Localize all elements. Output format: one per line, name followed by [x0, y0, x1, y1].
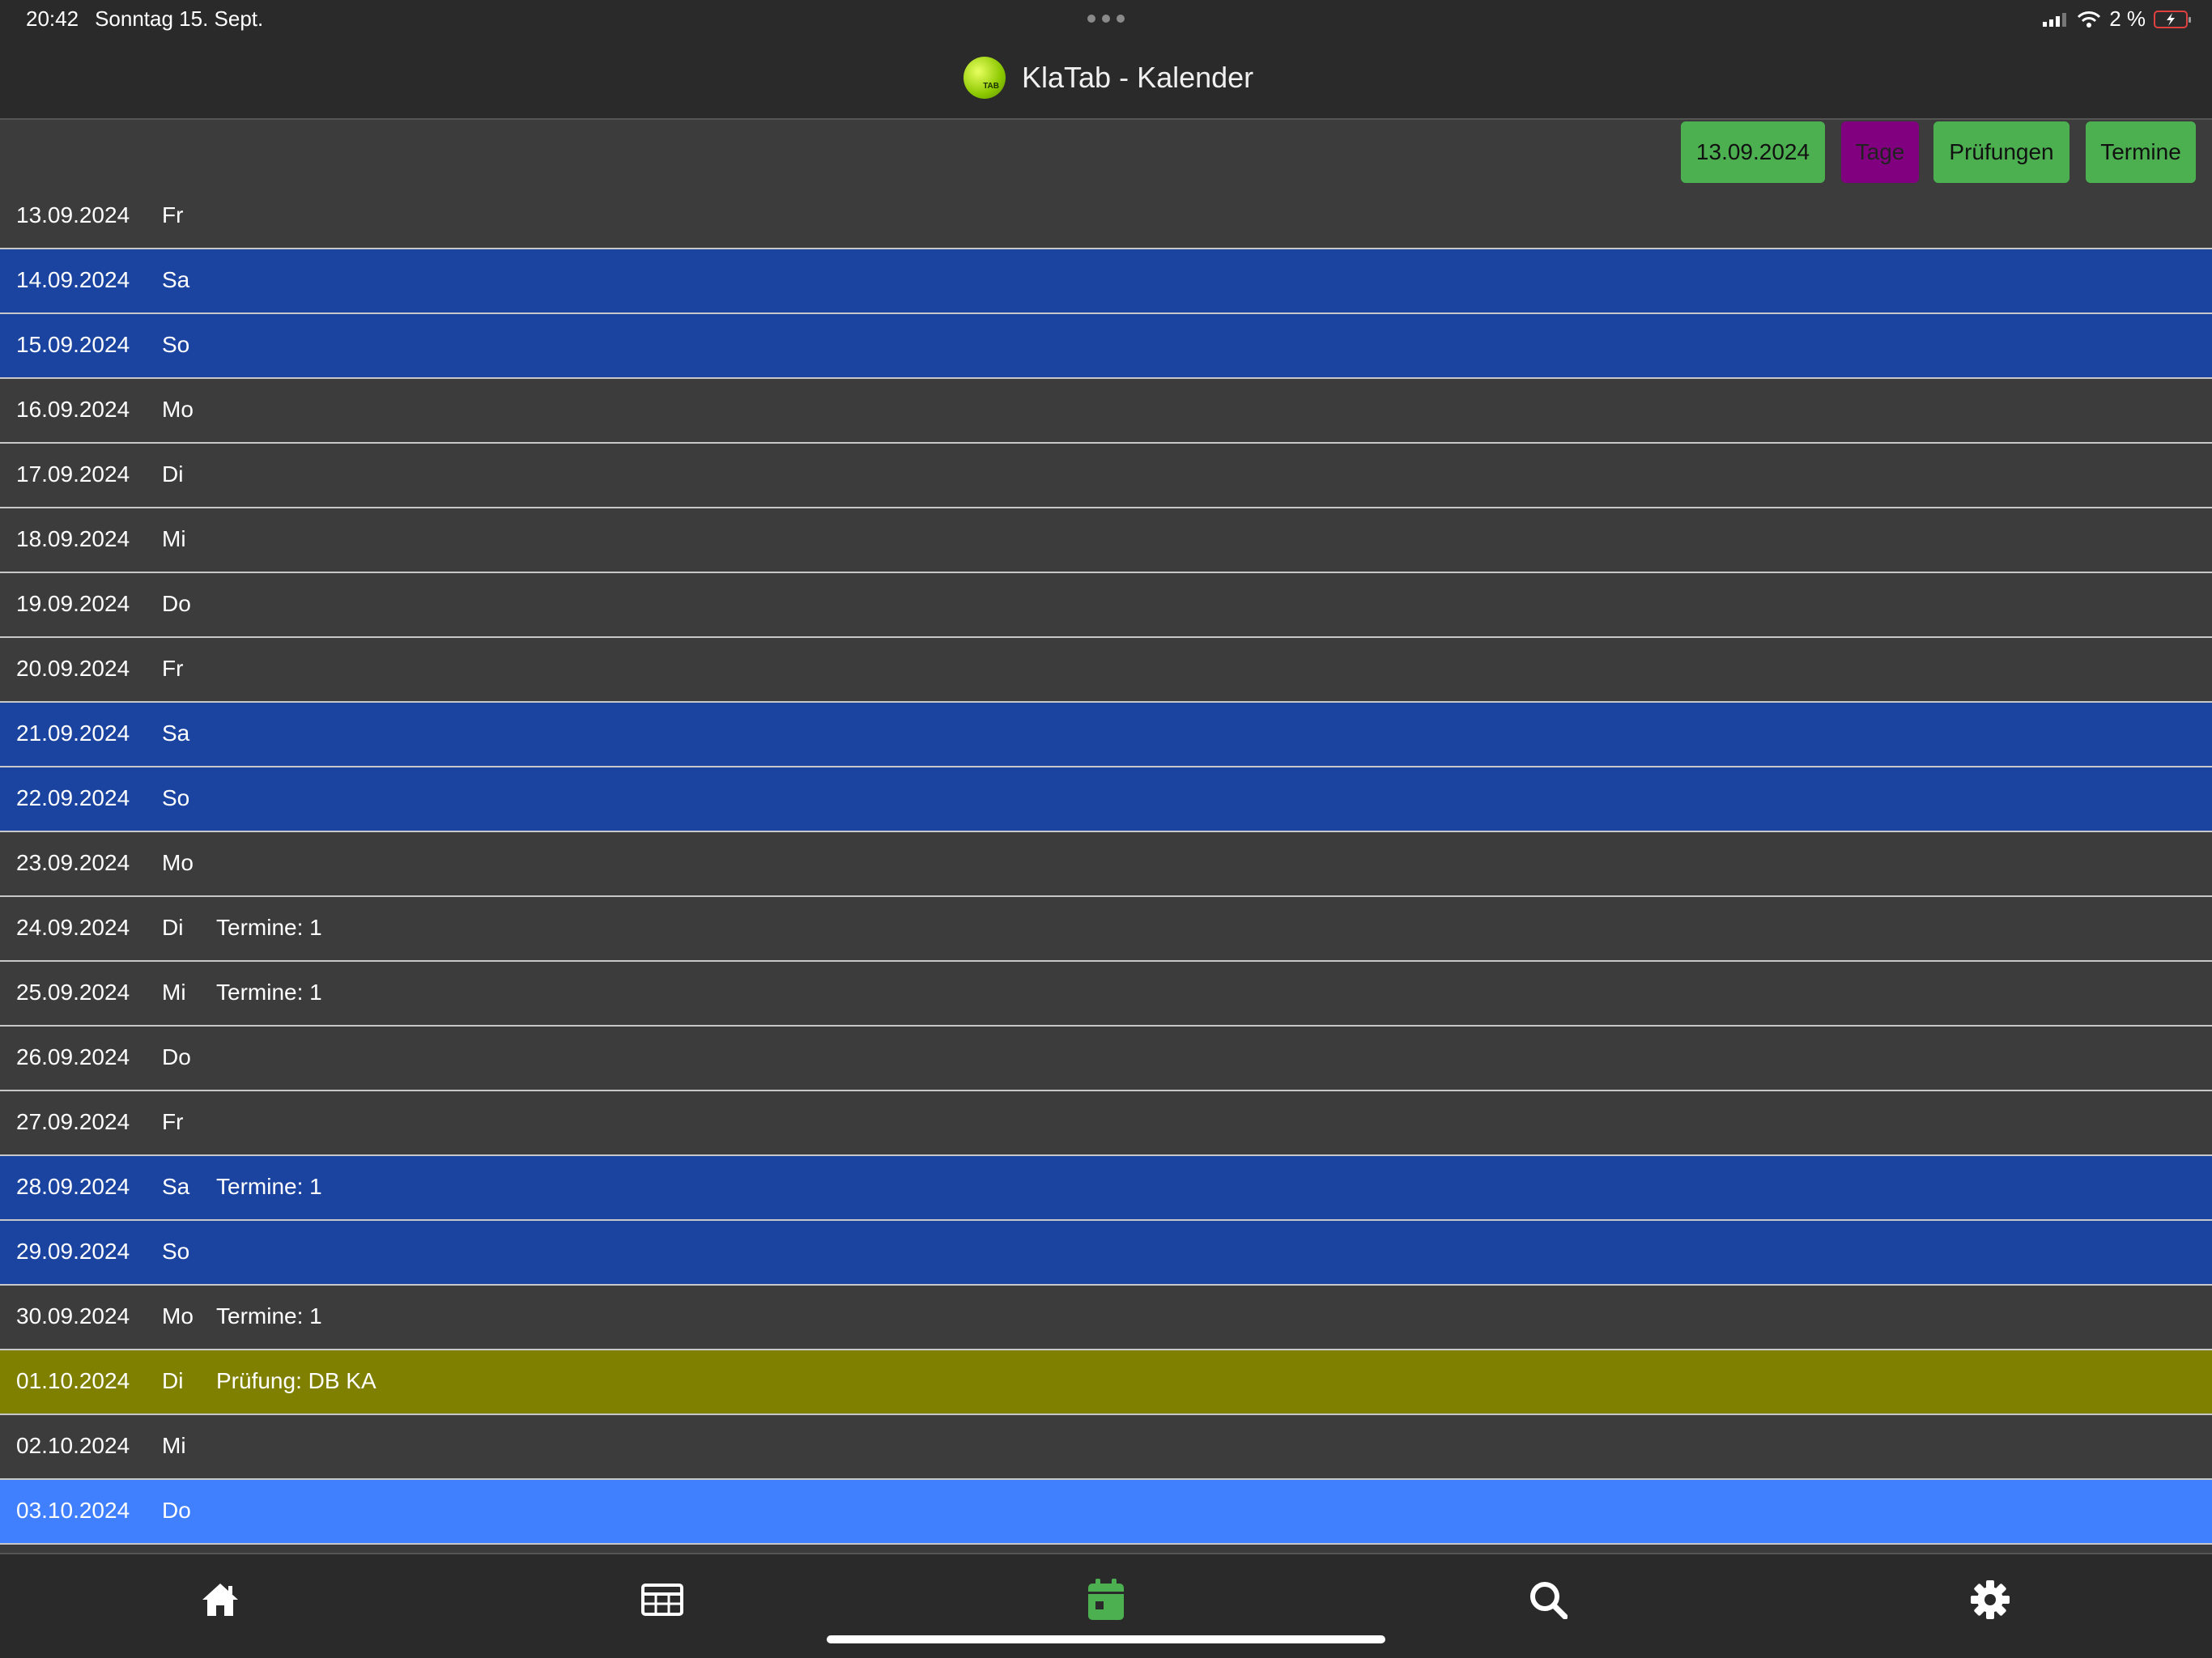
status-bar: 20:42 Sonntag 15. Sept. 2 %	[0, 0, 2212, 39]
row-date: 29.09.2024	[16, 1239, 130, 1264]
row-weekday: Fr	[162, 202, 184, 227]
calendar-icon[interactable]	[1082, 1575, 1130, 1624]
row-info: Termine: 1	[216, 980, 322, 1005]
row-weekday: Mo	[162, 850, 194, 875]
wifi-icon	[2078, 11, 2101, 28]
date-button[interactable]: 13.09.2024	[1681, 121, 1825, 183]
calendar-row[interactable]: 15.09.2024 So	[0, 314, 2212, 379]
row-date: 28.09.2024	[16, 1174, 130, 1199]
row-weekday: Do	[162, 1044, 191, 1069]
calendar-row[interactable]: 22.09.2024 So	[0, 767, 2212, 832]
calendar-row[interactable]: 17.09.2024 Di	[0, 444, 2212, 508]
row-info: Prüfung: DB KA	[216, 1368, 376, 1393]
row-date: 20.09.2024	[16, 656, 130, 681]
search-icon[interactable]	[1524, 1575, 1572, 1624]
row-date: 17.09.2024	[16, 461, 130, 487]
row-weekday: Sa	[162, 721, 190, 746]
day-list: 13.09.2024 Fr 14.09.2024 Sa 15.09.2024 So 16.0…	[0, 185, 2212, 1545]
row-date: 22.09.2024	[16, 785, 130, 810]
status-left: 20:42 Sonntag 15. Sept.	[26, 6, 263, 32]
page-title: KlaTab - Kalender	[1022, 61, 1254, 94]
row-date: 02.10.2024	[16, 1433, 130, 1458]
filter-toolbar: 13.09.2024 Tage Prüfungen Termine	[0, 120, 2212, 185]
calendar-row[interactable]: 16.09.2024 Mo	[0, 379, 2212, 444]
row-weekday: Fr	[162, 656, 184, 681]
row-weekday: Fr	[162, 1109, 184, 1134]
battery-icon	[2154, 10, 2191, 28]
row-weekday: Di	[162, 1368, 184, 1393]
row-weekday: Mi	[162, 980, 186, 1005]
calendar-row[interactable]: 14.09.2024 Sa	[0, 249, 2212, 314]
row-date: 18.09.2024	[16, 526, 130, 551]
app-title-wrap: TAB KlaTab - Kalender	[963, 57, 1253, 99]
calendar-row[interactable]: 21.09.2024 Sa	[0, 703, 2212, 767]
table-icon[interactable]	[638, 1575, 687, 1624]
status-date: Sonntag 15. Sept.	[95, 6, 264, 31]
termine-button[interactable]: Termine	[2086, 121, 2196, 183]
calendar-row[interactable]: 27.09.2024 Fr	[0, 1091, 2212, 1156]
calendar-row[interactable]: 19.09.2024 Do	[0, 573, 2212, 638]
row-info: Termine: 1	[216, 1303, 322, 1329]
calendar-row[interactable]: 28.09.2024 Sa Termine: 1	[0, 1156, 2212, 1221]
row-date: 21.09.2024	[16, 721, 130, 746]
row-date: 30.09.2024	[16, 1303, 130, 1329]
row-date: 24.09.2024	[16, 915, 130, 940]
row-weekday: Di	[162, 915, 184, 940]
app-header: TAB KlaTab - Kalender	[0, 39, 2212, 120]
row-weekday: Do	[162, 591, 191, 616]
row-weekday: Di	[162, 461, 184, 487]
calendar-row[interactable]: 29.09.2024 So	[0, 1221, 2212, 1286]
row-date: 26.09.2024	[16, 1044, 130, 1069]
status-time: 20:42	[26, 6, 79, 31]
multitasking-dots-icon[interactable]	[1087, 15, 1125, 23]
calendar-row[interactable]: 18.09.2024 Mi	[0, 508, 2212, 573]
row-date: 14.09.2024	[16, 267, 130, 292]
calendar-row[interactable]: 20.09.2024 Fr	[0, 638, 2212, 703]
battery-percent: 2 %	[2109, 6, 2146, 31]
row-info: Termine: 1	[216, 915, 322, 940]
calendar-row[interactable]: 26.09.2024 Do	[0, 1027, 2212, 1091]
row-weekday: Do	[162, 1498, 191, 1523]
row-weekday: Mi	[162, 526, 186, 551]
row-date: 03.10.2024	[16, 1498, 130, 1523]
cellular-icon	[2043, 12, 2067, 27]
calendar-row[interactable]: 13.09.2024 Fr	[0, 185, 2212, 249]
row-weekday: Sa	[162, 1174, 190, 1199]
row-date: 13.09.2024	[16, 202, 130, 227]
row-date: 16.09.2024	[16, 397, 130, 422]
klatab-logo: TAB	[963, 57, 1006, 99]
calendar-row[interactable]: 02.10.2024 Mi	[0, 1415, 2212, 1480]
row-date: 23.09.2024	[16, 850, 130, 875]
row-weekday: So	[162, 785, 190, 810]
home-indicator[interactable]	[827, 1635, 1385, 1643]
row-date: 25.09.2024	[16, 980, 130, 1005]
status-right: 2 %	[2041, 6, 2191, 32]
row-weekday: Sa	[162, 267, 190, 292]
row-date: 27.09.2024	[16, 1109, 130, 1134]
pruefungen-button[interactable]: Prüfungen	[1933, 121, 2069, 183]
row-weekday: Mo	[162, 397, 194, 422]
calendar-row[interactable]: 23.09.2024 Mo	[0, 832, 2212, 897]
row-weekday: Mi	[162, 1433, 186, 1458]
gear-icon[interactable]	[1966, 1575, 2014, 1624]
calendar-row[interactable]: 25.09.2024 Mi Termine: 1	[0, 962, 2212, 1027]
calendar-row[interactable]: 24.09.2024 Di Termine: 1	[0, 897, 2212, 962]
row-date: 01.10.2024	[16, 1368, 130, 1393]
row-date: 19.09.2024	[16, 591, 130, 616]
calendar-row[interactable]: 03.10.2024 Do	[0, 1480, 2212, 1545]
row-info: Termine: 1	[216, 1174, 322, 1199]
tage-button[interactable]: Tage	[1841, 121, 1919, 183]
row-weekday: Mo	[162, 1303, 194, 1329]
home-icon[interactable]	[196, 1575, 245, 1624]
row-weekday: So	[162, 332, 190, 357]
calendar-row[interactable]: 01.10.2024 Di Prüfung: DB KA	[0, 1350, 2212, 1415]
row-date: 15.09.2024	[16, 332, 130, 357]
row-weekday: So	[162, 1239, 190, 1264]
calendar-row[interactable]: 30.09.2024 Mo Termine: 1	[0, 1286, 2212, 1350]
